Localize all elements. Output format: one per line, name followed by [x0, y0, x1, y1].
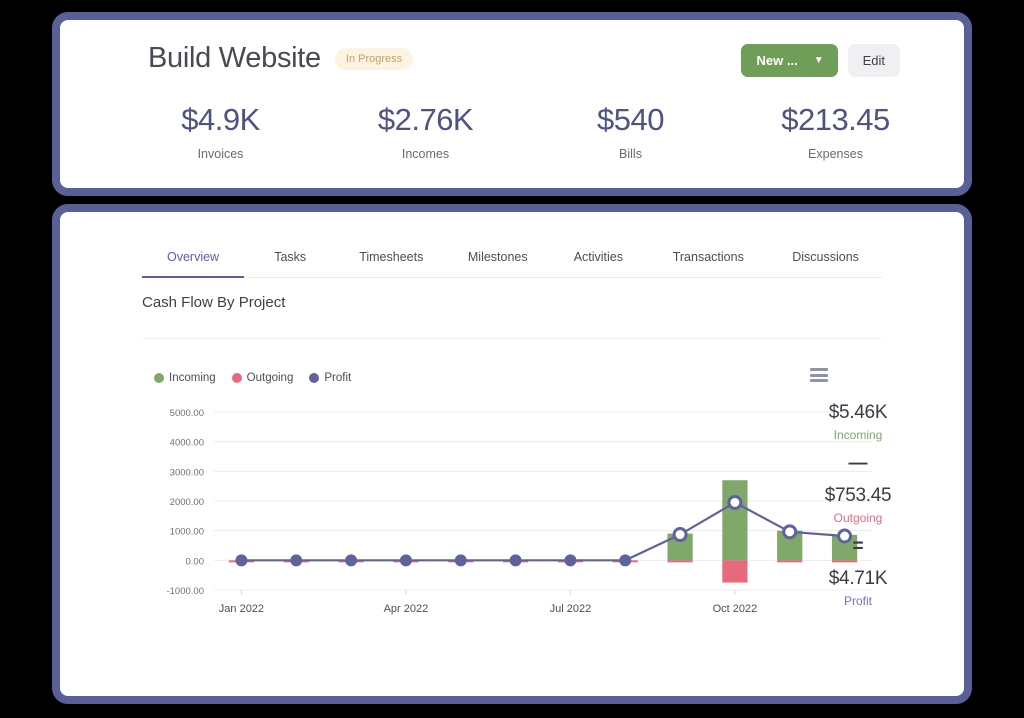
x-axis-tick-label: Oct 2022 — [713, 603, 758, 615]
summary-minus-operator: — — [848, 453, 868, 474]
edit-button[interactable]: Edit — [847, 44, 900, 77]
tab-bar: Overview Tasks Timesheets Milestones Act… — [142, 242, 882, 278]
cash-flow-summary: $5.46K Incoming — $753.45 Outgoing = $4.… — [798, 402, 918, 608]
tab-activities[interactable]: Activities — [549, 242, 647, 278]
y-axis-tick-label: 5000.00 — [170, 408, 204, 419]
y-axis-tick-label: 3000.00 — [170, 467, 204, 478]
legend-item-profit[interactable]: Profit — [309, 372, 351, 384]
new-button-label: New ... — [756, 53, 798, 68]
profit-point — [727, 494, 743, 510]
summary-incoming-value: $5.46K — [828, 402, 888, 423]
status-badge: In Progress — [334, 47, 414, 70]
profit-point — [290, 554, 303, 567]
summary-outgoing-label: Outgoing — [833, 511, 883, 525]
stat-expenses: $213.45 Expenses — [733, 102, 938, 161]
summary-equals-operator: = — [852, 536, 864, 557]
x-axis-tick-label: Jul 2022 — [550, 603, 592, 615]
project-detail-panel: Overview Tasks Timesheets Milestones Act… — [52, 204, 972, 704]
x-axis-tick-label: Apr 2022 — [384, 603, 429, 615]
x-axis-tick-label: Jan 2022 — [219, 603, 264, 615]
chevron-down-icon: ▼ — [813, 55, 824, 66]
chart-title: Cash Flow By Project — [142, 294, 286, 311]
stat-value: $213.45 — [781, 102, 890, 137]
stat-label: Expenses — [808, 147, 863, 161]
stat-label: Invoices — [197, 147, 244, 161]
tab-timesheets[interactable]: Timesheets — [336, 242, 446, 278]
tab-discussions[interactable]: Discussions — [769, 242, 882, 278]
screenshot-root: Build Website In Progress New ... ▼ Edit… — [0, 0, 1024, 718]
stat-invoices: $4.9K Invoices — [118, 102, 323, 161]
stat-value: $2.76K — [377, 102, 474, 137]
legend-label: Incoming — [169, 372, 216, 384]
profit-point — [235, 554, 248, 567]
header-row: Build Website In Progress New ... ▼ Edit — [60, 20, 964, 90]
summary-incoming-label: Incoming — [833, 428, 883, 442]
cash-flow-chart: 5000.00 4000.00 3000.00 2000.00 1000.00 0.00 -… — [142, 398, 882, 628]
summary-outgoing-value: $753.45 — [824, 485, 892, 506]
profit-point — [564, 554, 577, 567]
bar-outgoing — [722, 560, 748, 583]
stat-label: Incomes — [401, 147, 450, 161]
chart-legend: Incoming Outgoing Profit — [154, 372, 351, 384]
y-axis-tick-label: 1000.00 — [170, 527, 204, 538]
hamburger-menu-icon[interactable] — [810, 368, 828, 382]
legend-dot-icon — [231, 373, 242, 383]
stat-label: Bills — [619, 147, 642, 161]
profit-point — [399, 554, 412, 567]
y-axis-tick-label: 0.00 — [186, 556, 205, 567]
stat-value: $540 — [597, 102, 664, 137]
y-axis-tick-label: -1000.00 — [166, 586, 204, 597]
legend-label: Outgoing — [246, 372, 294, 384]
profit-point — [782, 524, 798, 540]
y-axis-tick-label: 2000.00 — [170, 497, 204, 508]
profit-line — [241, 501, 845, 562]
summary-profit-value: $4.71K — [828, 568, 888, 589]
page-title: Build Website — [148, 42, 321, 74]
chart-svg: 5000.00 4000.00 3000.00 2000.00 1000.00 0.00 -… — [166, 408, 872, 615]
project-header-panel: Build Website In Progress New ... ▼ Edit… — [52, 12, 972, 196]
legend-dot-icon — [309, 373, 320, 383]
profit-point — [345, 554, 358, 567]
legend-item-incoming[interactable]: Incoming — [154, 372, 216, 384]
title-group: Build Website In Progress — [148, 42, 414, 75]
legend-item-outgoing[interactable]: Outgoing — [231, 372, 294, 384]
profit-point — [619, 554, 632, 567]
header-actions: New ... ▼ Edit — [740, 44, 900, 77]
bar-outgoing — [667, 560, 693, 563]
profit-point — [454, 554, 467, 567]
summary-profit-label: Profit — [843, 594, 872, 608]
tab-transactions[interactable]: Transactions — [647, 242, 769, 278]
stat-value: $4.9K — [181, 102, 260, 137]
stat-incomes: $2.76K Incomes — [323, 102, 528, 161]
chart-divider — [142, 338, 882, 339]
tab-tasks[interactable]: Tasks — [244, 242, 336, 278]
stat-bills: $540 Bills — [528, 102, 733, 161]
tab-overview[interactable]: Overview — [142, 242, 245, 278]
bar-incoming — [722, 480, 748, 561]
profit-point — [672, 527, 688, 543]
legend-label: Profit — [324, 372, 352, 384]
tab-milestones[interactable]: Milestones — [446, 242, 549, 278]
legend-dot-icon — [154, 373, 164, 383]
new-button[interactable]: New ... ▼ — [740, 44, 838, 77]
profit-point — [509, 554, 522, 567]
stats-row: $4.9K Invoices $2.76K Incomes $540 Bills… — [118, 102, 938, 161]
y-axis-tick-label: 4000.00 — [170, 438, 204, 449]
